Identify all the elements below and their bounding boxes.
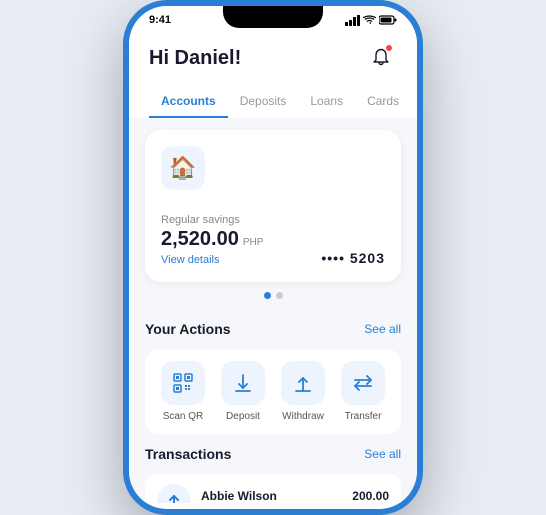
- tx-amount-col: 200.00 PHP: [352, 489, 389, 504]
- app-header: Hi Daniel! Accounts Deposits Loans Cards: [129, 30, 417, 118]
- signal-icon: [345, 15, 360, 26]
- scan-qr-label: Scan QR: [163, 411, 204, 422]
- transactions-header: Transactions See all: [145, 446, 401, 462]
- tx-amount: 200.00: [352, 489, 389, 503]
- tx-type: Deposit: [201, 503, 342, 504]
- account-label: Regular savings: [161, 214, 263, 226]
- action-transfer[interactable]: Transfer: [341, 361, 385, 422]
- status-icons: [345, 15, 397, 26]
- battery-icon: [379, 15, 397, 25]
- tx-name: Abbie Wilson: [201, 489, 342, 503]
- deposit-icon-box: [221, 361, 265, 405]
- tx-info: Abbie Wilson Deposit: [201, 489, 342, 504]
- notification-bell[interactable]: [365, 42, 397, 74]
- tabs-container: Accounts Deposits Loans Cards: [149, 86, 397, 118]
- scan-qr-icon-box: [161, 361, 205, 405]
- arrow-up-icon: [166, 493, 182, 503]
- transfer-icon: [352, 372, 374, 394]
- withdraw-label: Withdraw: [282, 411, 324, 422]
- dots-indicator: [145, 292, 401, 299]
- dot-2: [276, 292, 283, 299]
- account-amount: 2,520.00: [161, 228, 239, 251]
- table-row: Abbie Wilson Deposit 200.00 PHP: [145, 474, 401, 503]
- action-withdraw[interactable]: Withdraw: [281, 361, 325, 422]
- deposit-label: Deposit: [226, 411, 260, 422]
- actions-title: Your Actions: [145, 321, 231, 337]
- account-card-section: 🏠 Regular savings 2,520.00 PHP View deta…: [129, 118, 417, 321]
- actions-header: Your Actions See all: [145, 321, 401, 337]
- transactions-title: Transactions: [145, 446, 231, 462]
- notification-dot: [385, 44, 393, 52]
- view-details-link[interactable]: View details: [161, 254, 263, 266]
- actions-grid: Scan QR Deposit: [145, 349, 401, 434]
- actions-section: Your Actions See all: [129, 321, 417, 446]
- header-top: Hi Daniel!: [149, 42, 397, 74]
- status-time: 9:41: [149, 14, 171, 26]
- transactions-see-all[interactable]: See all: [364, 447, 401, 461]
- tx-currency: PHP: [352, 503, 389, 504]
- action-deposit[interactable]: Deposit: [221, 361, 265, 422]
- greeting-text: Hi Daniel!: [149, 47, 241, 70]
- scan-qr-icon: [172, 372, 194, 394]
- transfer-icon-box: [341, 361, 385, 405]
- card-left: Regular savings 2,520.00 PHP View detail…: [161, 214, 263, 266]
- withdraw-icon-box: [281, 361, 325, 405]
- amount-row: 2,520.00 PHP: [161, 228, 263, 251]
- tab-deposits[interactable]: Deposits: [228, 86, 299, 118]
- account-card: 🏠 Regular savings 2,520.00 PHP View deta…: [145, 130, 401, 282]
- house-icon: 🏠: [161, 146, 205, 190]
- phone-notch: [223, 6, 323, 28]
- tx-arrow-icon: [157, 484, 191, 503]
- tab-accounts[interactable]: Accounts: [149, 86, 228, 118]
- card-body: Regular savings 2,520.00 PHP View detail…: [161, 214, 385, 266]
- phone-screen: 9:41: [129, 6, 417, 509]
- tab-cards[interactable]: Cards: [355, 86, 411, 118]
- app-content: Hi Daniel! Accounts Deposits Loans Cards: [129, 30, 417, 503]
- withdraw-icon: [292, 372, 314, 394]
- phone-frame: 9:41: [123, 0, 423, 515]
- wifi-icon: [363, 15, 376, 25]
- dot-1: [264, 292, 271, 299]
- transfer-label: Transfer: [345, 411, 382, 422]
- tab-loans[interactable]: Loans: [298, 86, 355, 118]
- action-scan-qr[interactable]: Scan QR: [161, 361, 205, 422]
- account-currency: PHP: [243, 237, 264, 248]
- deposit-icon: [232, 372, 254, 394]
- card-right: •••• 5203: [321, 250, 385, 266]
- actions-see-all[interactable]: See all: [364, 322, 401, 336]
- transactions-section: Transactions See all Abbie Wilson Deposi…: [129, 446, 417, 503]
- masked-number: •••• 5203: [321, 250, 385, 266]
